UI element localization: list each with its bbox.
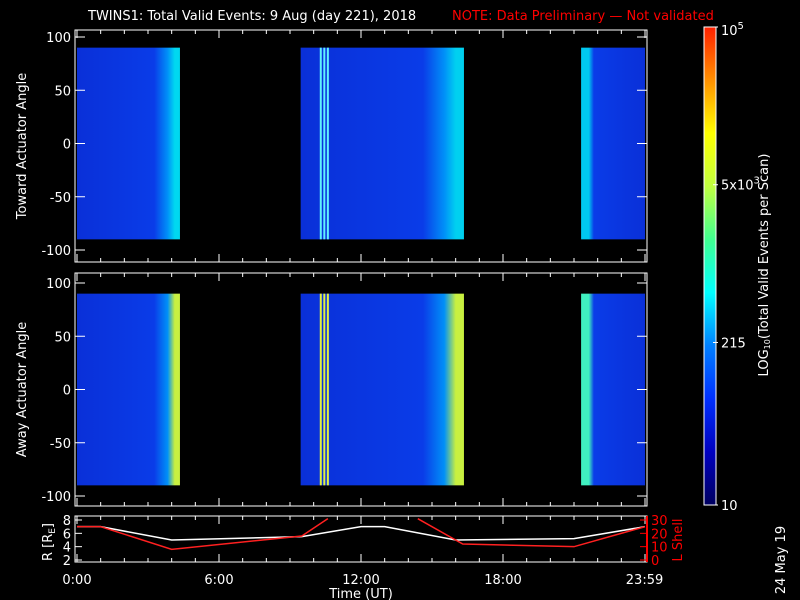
data-streak <box>326 47 329 240</box>
colorbar-tick-label: 5x103 <box>721 176 760 194</box>
data-streak <box>319 47 322 240</box>
data-block <box>77 293 180 486</box>
l-tick-label: 0 <box>651 554 659 569</box>
colorbar-tick-label: 215 <box>721 336 746 351</box>
colorbar-tick-label: 105 <box>721 21 744 39</box>
twins-spectrogram-chart: TWINS1: Total Valid Events: 9 Aug (day 2… <box>15 9 789 600</box>
x-tick-label: 12:00 <box>342 573 379 588</box>
data-block <box>77 47 180 240</box>
y-tick-label: 50 <box>54 330 71 345</box>
r-distance-line <box>77 525 646 541</box>
y-tick-label: -50 <box>50 191 71 206</box>
x-axis-label: Time (UT) <box>328 587 393 600</box>
x-tick-label: 23:59 <box>626 573 663 588</box>
data-streak <box>326 293 329 486</box>
chart-title: TWINS1: Total Valid Events: 9 Aug (day 2… <box>87 9 416 24</box>
data-block <box>581 47 645 240</box>
r-tick-label: 2 <box>63 554 71 569</box>
colorbar-label: LOG10(Total Valid Events per Scan) <box>757 154 772 377</box>
y-tick-label: 0 <box>63 138 71 153</box>
data-streak <box>323 47 326 240</box>
y-axis-label: Away Actuator Angle <box>15 322 30 457</box>
y-tick-label: -50 <box>50 437 71 452</box>
x-tick-label: 18:00 <box>484 573 521 588</box>
y-axis-label: Toward Actuator Angle <box>15 73 30 220</box>
y-tick-label: -100 <box>41 244 71 259</box>
preliminary-note: NOTE: Data Preliminary — Not validated <box>452 9 714 24</box>
l-shell-axis-label: L Shell <box>671 518 686 561</box>
colorbar-tick-label: 10 <box>721 499 738 514</box>
r-axis-label: R [RE] <box>41 523 58 561</box>
x-tick-label: 0:00 <box>62 573 91 588</box>
y-tick-label: 100 <box>46 277 71 292</box>
data-streak <box>323 293 326 486</box>
colorbar <box>703 26 717 506</box>
data-block <box>581 293 645 486</box>
y-tick-label: 0 <box>63 384 71 399</box>
y-tick-label: 50 <box>54 84 71 99</box>
l-shell-line <box>77 518 329 551</box>
date-stamp: 24 May 19 <box>774 526 789 594</box>
x-tick-label: 6:00 <box>204 573 233 588</box>
y-tick-label: 100 <box>46 31 71 46</box>
y-tick-label: -100 <box>41 490 71 505</box>
data-streak <box>319 293 322 486</box>
